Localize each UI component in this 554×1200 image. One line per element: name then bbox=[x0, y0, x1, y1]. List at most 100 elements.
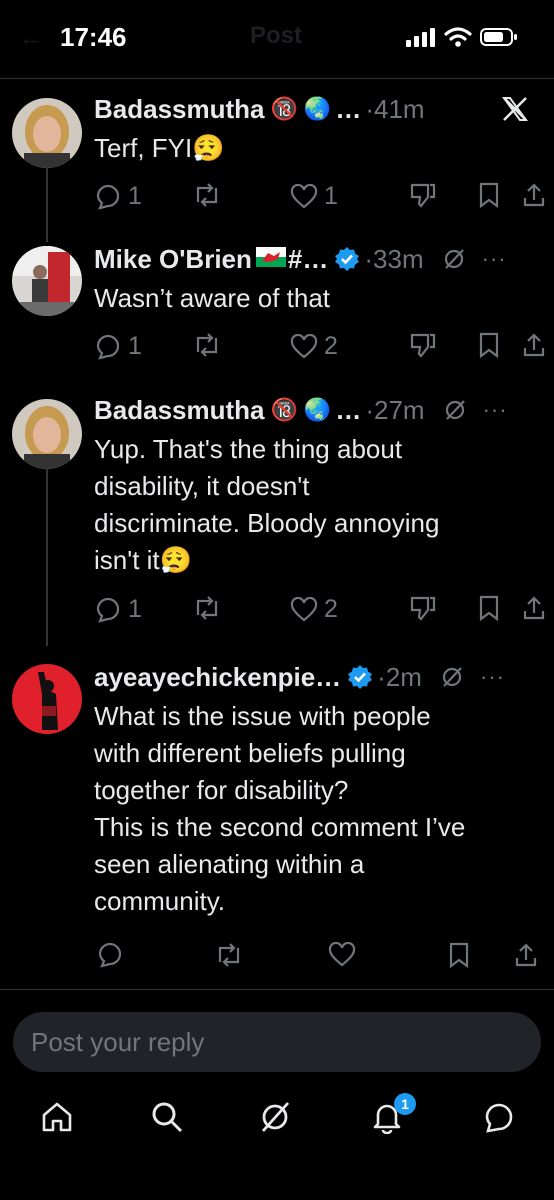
status-bar: ← 17:46 Post bbox=[0, 0, 554, 70]
bookmark-button[interactable] bbox=[478, 595, 500, 621]
globe-emoji: 🌏 bbox=[303, 397, 332, 423]
like-button[interactable]: 1 bbox=[290, 182, 338, 211]
bookmark-button[interactable] bbox=[478, 332, 500, 358]
bookmark-icon bbox=[449, 942, 469, 968]
author-name[interactable]: Badassmutha bbox=[94, 395, 265, 426]
avatar[interactable] bbox=[12, 98, 82, 168]
heart-icon bbox=[290, 183, 318, 208]
post-text: Terf, FYI😮‍💨 bbox=[94, 133, 225, 164]
adult-emoji: 🔞 bbox=[270, 96, 298, 122]
like-count: 2 bbox=[324, 595, 338, 623]
exhale-emoji: 😮‍💨 bbox=[159, 546, 193, 576]
post-text: Yup. That's the thing about disability, … bbox=[94, 434, 440, 576]
share-button[interactable] bbox=[514, 942, 538, 968]
more-options-button[interactable]: ··· bbox=[480, 664, 505, 690]
bottom-tab-bar bbox=[0, 1090, 554, 1150]
status-time: 17:46 bbox=[60, 22, 127, 52]
reply-count: 1 bbox=[128, 595, 142, 623]
like-button[interactable] bbox=[328, 942, 356, 968]
post-time: 33m bbox=[373, 243, 424, 274]
dislike-button[interactable] bbox=[408, 595, 436, 621]
bookmark-button[interactable] bbox=[478, 182, 500, 208]
share-button[interactable] bbox=[522, 332, 546, 358]
post-item[interactable]: Mike O'Brien #… · 33m ··· Wasn’t aware o… bbox=[0, 242, 554, 372]
post-item[interactable]: Badassmutha 🔞 🌏 … · 27m ··· Yup. That's … bbox=[0, 393, 554, 633]
meta-dot: · bbox=[365, 394, 374, 425]
repost-icon bbox=[218, 943, 240, 967]
like-count: 1 bbox=[324, 182, 338, 210]
x-logo-icon[interactable] bbox=[502, 96, 528, 122]
bookmark-icon bbox=[479, 182, 499, 208]
grok-icon[interactable] bbox=[442, 247, 466, 271]
heart-icon bbox=[290, 333, 318, 358]
repost-icon bbox=[196, 596, 218, 620]
bookmark-icon bbox=[479, 595, 499, 621]
reply-button[interactable]: 1 bbox=[94, 182, 142, 211]
globe-emoji: 🌏 bbox=[303, 96, 332, 122]
avatar[interactable] bbox=[12, 246, 82, 316]
back-arrow-icon[interactable]: ← bbox=[18, 22, 44, 53]
post-time: 27m bbox=[373, 394, 425, 425]
repost-icon bbox=[196, 333, 218, 357]
like-button[interactable]: 2 bbox=[290, 332, 338, 361]
like-count: 2 bbox=[324, 332, 338, 360]
wifi-icon bbox=[444, 27, 472, 47]
repost-button[interactable] bbox=[214, 942, 244, 968]
share-icon bbox=[515, 943, 537, 967]
dislike-button[interactable] bbox=[408, 182, 436, 208]
share-icon bbox=[523, 183, 545, 207]
repost-button[interactable] bbox=[192, 595, 222, 621]
grok-icon[interactable] bbox=[443, 398, 467, 422]
search-icon[interactable] bbox=[150, 1100, 184, 1134]
post-text: Wasn’t aware of that bbox=[94, 283, 331, 313]
header-divider bbox=[0, 78, 554, 79]
name-ellipsis: #… bbox=[287, 243, 329, 274]
grok-tab-icon[interactable] bbox=[258, 1100, 292, 1134]
repost-button[interactable] bbox=[192, 182, 222, 208]
name-ellipsis: … bbox=[335, 93, 362, 124]
post-header: Badassmutha 🔞 🌏 … · 41m bbox=[94, 92, 542, 126]
avatar[interactable] bbox=[12, 664, 82, 734]
grok-icon[interactable] bbox=[440, 665, 464, 689]
thumbs-down-icon bbox=[410, 183, 436, 208]
reply-input[interactable]: Post your reply bbox=[13, 1012, 541, 1072]
author-name[interactable]: Mike O'Brien bbox=[94, 244, 252, 275]
reply-button[interactable]: 1 bbox=[94, 332, 142, 361]
post-item[interactable]: Badassmutha 🔞 🌏 … · 41m Terf, FYI😮‍💨 1 1 bbox=[0, 92, 554, 222]
home-icon[interactable] bbox=[40, 1100, 74, 1134]
post-item[interactable]: ayeayechickenpie… · 2m ··· What is the i… bbox=[0, 660, 554, 980]
repost-button[interactable] bbox=[192, 332, 222, 358]
thumbs-down-icon bbox=[410, 333, 436, 358]
meta-dot: · bbox=[365, 93, 374, 124]
post-actions: 1 2 bbox=[94, 595, 554, 629]
like-button[interactable]: 2 bbox=[290, 595, 338, 624]
share-button[interactable] bbox=[522, 182, 546, 208]
share-icon bbox=[523, 333, 545, 357]
post-header: ayeayechickenpie… · 2m ··· bbox=[94, 660, 542, 694]
thumbs-down-icon bbox=[410, 596, 436, 621]
messages-icon[interactable] bbox=[482, 1100, 516, 1134]
post-actions: 1 1 bbox=[94, 182, 554, 216]
bookmark-icon bbox=[479, 332, 499, 358]
wales-flag-icon bbox=[255, 247, 286, 271]
battery-icon bbox=[480, 28, 517, 46]
author-name[interactable]: Badassmutha bbox=[94, 94, 265, 125]
meta-dot: · bbox=[377, 661, 386, 692]
bookmark-button[interactable] bbox=[448, 942, 470, 968]
share-button[interactable] bbox=[522, 595, 546, 621]
dislike-button[interactable] bbox=[408, 332, 436, 358]
reply-button[interactable] bbox=[96, 942, 124, 968]
post-actions: 1 2 bbox=[94, 332, 554, 366]
author-name[interactable]: ayeayechickenpie… bbox=[94, 662, 341, 693]
post-time: 41m bbox=[373, 93, 425, 124]
reply-button[interactable]: 1 bbox=[94, 595, 142, 624]
more-options-button[interactable]: ··· bbox=[482, 246, 507, 272]
page-title: Post bbox=[250, 22, 303, 49]
avatar[interactable] bbox=[12, 399, 82, 469]
more-options-button[interactable]: ··· bbox=[483, 397, 508, 423]
reply-count: 1 bbox=[128, 332, 142, 360]
reply-icon bbox=[96, 334, 120, 360]
post-text: What is the issue with people with diffe… bbox=[94, 701, 466, 916]
heart-icon bbox=[328, 942, 356, 967]
reply-icon bbox=[98, 942, 122, 968]
